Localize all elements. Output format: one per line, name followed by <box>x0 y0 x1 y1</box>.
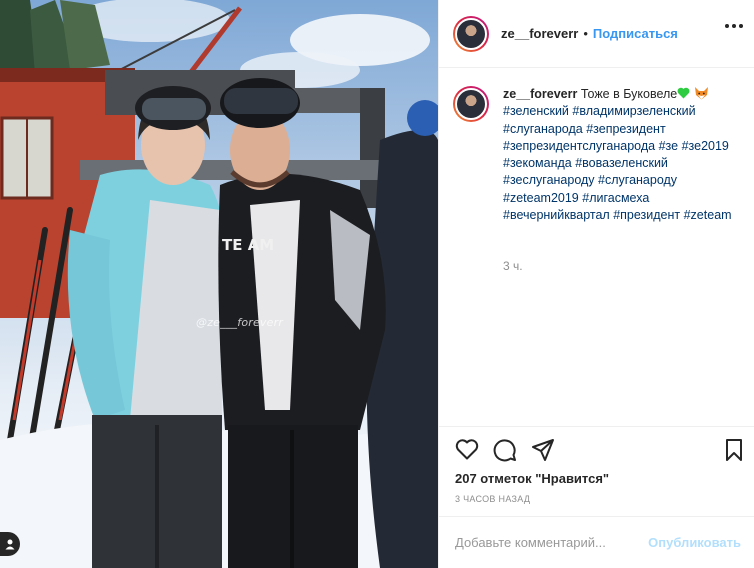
more-options-icon[interactable] <box>725 24 743 28</box>
hashtag-link[interactable]: #zeteam <box>684 208 732 222</box>
svg-text:TE AM: TE AM <box>222 236 274 254</box>
hashtag-link[interactable]: #слуганарода <box>503 122 583 136</box>
post-side-panel: ze__foreverr • Подписаться ze__foreverr … <box>438 0 754 568</box>
caption-time: 3 ч. <box>503 259 523 273</box>
like-heart-icon[interactable] <box>455 438 479 460</box>
hashtag-link[interactable]: #слуганароду <box>598 173 677 187</box>
comment-input[interactable] <box>455 535 641 550</box>
hashtag-link[interactable]: #зе <box>659 139 679 153</box>
post-timestamp[interactable]: 3 ЧАСОВ НАЗАД <box>455 494 530 504</box>
action-bar <box>439 426 754 470</box>
hashtag-link[interactable]: #президент <box>613 208 680 222</box>
hashtag-link[interactable]: #зепрезидент <box>586 122 665 136</box>
separator-dot: • <box>583 26 588 41</box>
hashtag-list: #зеленский #владимирзеленский #слуганаро… <box>503 104 732 222</box>
user-icon <box>5 539 15 550</box>
publish-button[interactable]: Опубликовать <box>648 535 741 550</box>
likes-count[interactable]: 207 отметок "Нравится" <box>455 471 609 486</box>
hashtag-link[interactable]: #zeteam2019 <box>503 191 579 205</box>
bookmark-icon[interactable] <box>725 438 743 462</box>
post-photo[interactable]: TE AM @ze___foreverr <box>0 0 438 568</box>
hashtag-link[interactable]: #зекоманда <box>503 156 572 170</box>
caption-body: Тоже в Буковеле <box>580 87 678 101</box>
hashtag-link[interactable]: #лигасмеха <box>582 191 649 205</box>
post-header: ze__foreverr • Подписаться <box>439 0 754 68</box>
photo-scene: TE AM <box>0 0 438 568</box>
green-heart-icon <box>677 87 690 99</box>
comment-icon[interactable] <box>493 438 517 462</box>
share-icon[interactable] <box>531 438 555 462</box>
fox-face-icon <box>694 87 708 100</box>
hashtag-link[interactable]: #вечернийквартал <box>503 208 610 222</box>
header-username[interactable]: ze__foreverr <box>501 26 578 41</box>
hashtag-link[interactable]: #владимирзеленский <box>572 104 695 118</box>
hashtag-link[interactable]: #зеленский <box>503 104 569 118</box>
hashtag-link[interactable]: #зеслуганароду <box>503 173 595 187</box>
caption-avatar[interactable] <box>453 86 489 122</box>
avatar[interactable] <box>453 15 489 52</box>
caption-username[interactable]: ze__foreverr <box>503 87 577 101</box>
hashtag-link[interactable]: #зепрезидентслуганарода <box>503 139 655 153</box>
hashtag-link[interactable]: #вовазеленский <box>575 156 668 170</box>
caption-text: ze__foreverr Тоже в Буковеле #зеленский … <box>503 86 743 224</box>
comment-bar: Опубликовать <box>439 516 754 568</box>
follow-button[interactable]: Подписаться <box>593 26 678 41</box>
hashtag-link[interactable]: #зе2019 <box>682 139 729 153</box>
caption: ze__foreverr Тоже в Буковеле #зеленский … <box>453 86 743 224</box>
photo-watermark: @ze___foreverr <box>196 316 284 329</box>
